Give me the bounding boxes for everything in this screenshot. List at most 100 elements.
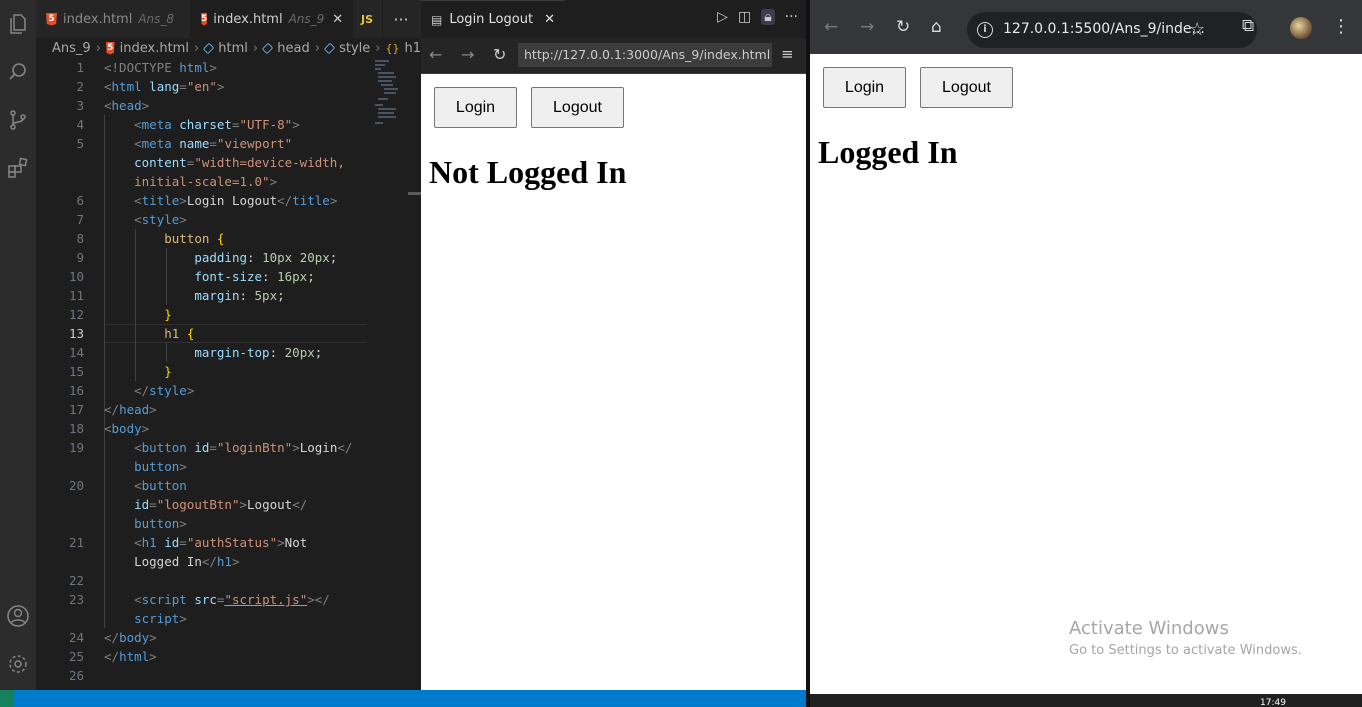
code-line: font-size: 16px; xyxy=(194,269,315,284)
breadcrumb-head[interactable]: head xyxy=(277,41,309,56)
line-number: 2 xyxy=(76,79,84,94)
code-line: <button id="loginBtn">Login</ xyxy=(134,440,353,455)
explorer-icon[interactable] xyxy=(0,6,36,42)
browser-preview-icon: ▤ xyxy=(431,12,443,27)
code-line: <head> xyxy=(104,98,150,113)
bookmark-star-icon[interactable]: ☆ xyxy=(1189,19,1205,40)
tab-simple-browser[interactable]: ▤ Login Logout ✕ xyxy=(421,0,565,38)
settings-gear-icon[interactable] xyxy=(0,646,36,682)
code-line: } xyxy=(164,364,172,379)
editor-actions: ▷ ◫ 🔒︎ ··· xyxy=(717,9,798,25)
search-icon[interactable] xyxy=(0,54,36,90)
profile-avatar[interactable] xyxy=(1290,17,1312,39)
chrome-menu-icon[interactable]: ⋮ xyxy=(1332,16,1350,37)
line-number: 11 xyxy=(68,288,84,303)
reload-icon[interactable]: ↻ xyxy=(493,45,506,64)
login-button[interactable]: Login xyxy=(823,67,906,108)
code-line: </style> xyxy=(134,383,195,398)
close-icon[interactable]: ✕ xyxy=(544,12,555,27)
tab-label: index.html xyxy=(63,11,133,27)
line-number: 24 xyxy=(68,630,84,645)
html-file-icon: 5 xyxy=(105,41,115,55)
line-number: 4 xyxy=(76,117,84,132)
line-number: 18 xyxy=(68,421,84,436)
more-actions-icon[interactable]: ··· xyxy=(382,0,420,38)
line-number: 12 xyxy=(68,307,84,322)
tab-index-ans8[interactable]: 5 index.html Ans_8 xyxy=(36,0,191,38)
tab-index-ans9[interactable]: 5 index.html Ans_9 ✕ xyxy=(191,0,353,38)
logout-button[interactable]: Logout xyxy=(531,87,624,128)
scrollbar-thumb[interactable] xyxy=(408,192,421,195)
line-number: 8 xyxy=(76,231,84,246)
code-line: <button xyxy=(134,478,187,493)
line-number: 21 xyxy=(68,535,84,550)
code-line: <h1 id="authStatus">Not xyxy=(134,535,308,550)
breadcrumb-html[interactable]: html xyxy=(218,41,248,56)
code-line: padding: 10px 20px; xyxy=(194,250,338,265)
line-number: 25 xyxy=(68,649,84,664)
url-input[interactable]: http://127.0.0.1:3000/Ans_9/index.html xyxy=(518,43,772,67)
address-text[interactable]: 127.0.0.1:5500/Ans_9/inde... xyxy=(1003,21,1205,37)
status-bar xyxy=(0,690,806,707)
split-editor-icon[interactable]: ◫ xyxy=(738,9,751,25)
forward-arrow-icon[interactable]: → xyxy=(860,17,874,37)
line-number: 19 xyxy=(68,440,84,455)
tab-label: index.html xyxy=(213,11,283,27)
back-arrow-icon[interactable]: ← xyxy=(429,45,442,64)
line-number: 15 xyxy=(68,364,84,379)
chevron-right-icon: › xyxy=(193,40,200,56)
source-control-icon[interactable] xyxy=(0,102,36,138)
breadcrumb-file[interactable]: index.html xyxy=(120,41,189,56)
tab-js[interactable]: JS xyxy=(353,0,383,38)
address-bar[interactable]: i 127.0.0.1:5500/Ans_9/inde... ☆ xyxy=(967,12,1257,48)
lock-icon[interactable]: 🔒︎ xyxy=(761,9,775,25)
home-icon[interactable]: ⌂ xyxy=(931,17,942,37)
back-arrow-icon[interactable]: ← xyxy=(824,17,838,37)
js-file-icon: JS xyxy=(361,12,374,26)
chrome-toolbar: ← → ↻ ⌂ i 127.0.0.1:5500/Ans_9/inde... ☆… xyxy=(810,0,1362,54)
activate-windows-subtitle: Go to Settings to activate Windows. xyxy=(1069,643,1302,658)
account-icon[interactable] xyxy=(0,598,36,634)
symbol-key-icon: {} xyxy=(385,41,400,55)
simple-browser-tab-bar: ▤ Login Logout ✕ ▷ ◫ 🔒︎ ··· xyxy=(421,0,806,38)
extensions-icon[interactable] xyxy=(0,150,36,186)
simple-browser-page: Login Logout Not Logged In xyxy=(421,74,806,690)
code-line: Logged In</h1> xyxy=(134,554,240,569)
extensions-puzzle-icon[interactable]: ⧉ xyxy=(1242,16,1254,36)
forward-arrow-icon[interactable]: → xyxy=(461,45,474,64)
site-info-icon[interactable]: i xyxy=(977,22,993,38)
editor-tab-bar: 5 index.html Ans_8 5 index.html Ans_9 ✕ … xyxy=(36,0,421,38)
chevron-right-icon: › xyxy=(314,40,320,56)
code-line: script> xyxy=(134,611,187,626)
code-line: <html lang="en"> xyxy=(104,79,225,94)
line-number: 14 xyxy=(68,345,84,360)
tab-label: Login Logout xyxy=(449,12,534,27)
login-button[interactable]: Login xyxy=(434,87,517,128)
menu-icon[interactable]: ≡ xyxy=(781,45,794,63)
run-icon[interactable]: ▷ xyxy=(717,9,728,25)
taskbar-clock[interactable]: 17:49 xyxy=(1260,698,1286,707)
reload-icon[interactable]: ↻ xyxy=(896,17,910,37)
code-line: <script src="script.js"></ xyxy=(134,592,330,607)
code-editor[interactable]: 1 2 3 4 5 6 7 8 9 10 11 12 13 14 15 16 17 18 19 20 21 22 23 24 2… xyxy=(36,58,421,690)
remote-indicator-icon[interactable] xyxy=(0,690,14,707)
line-number: 1 xyxy=(76,60,84,75)
close-icon[interactable]: ✕ xyxy=(332,12,343,27)
symbol-element-icon xyxy=(323,42,336,54)
line-number: 5 xyxy=(76,136,84,151)
code-line: content="width=device-width, xyxy=(134,155,345,170)
line-number: 10 xyxy=(68,269,84,284)
more-actions-icon[interactable]: ··· xyxy=(785,9,798,25)
code-line: <meta charset="UTF-8"> xyxy=(134,117,300,132)
tab-folder: Ans_8 xyxy=(138,12,175,26)
code-line: h1 { xyxy=(164,326,195,341)
breadcrumb-h1[interactable]: h1 xyxy=(405,41,422,56)
code-line: margin-top: 20px; xyxy=(194,345,323,360)
activity-bar xyxy=(0,0,36,690)
logout-button[interactable]: Logout xyxy=(920,67,1013,108)
breadcrumb-folder[interactable]: Ans_9 xyxy=(52,41,91,56)
html-file-icon: 5 xyxy=(46,12,57,26)
code-line: <meta name="viewport" xyxy=(134,136,293,151)
breadcrumb-style[interactable]: style xyxy=(339,41,370,56)
minimap[interactable] xyxy=(371,58,411,128)
